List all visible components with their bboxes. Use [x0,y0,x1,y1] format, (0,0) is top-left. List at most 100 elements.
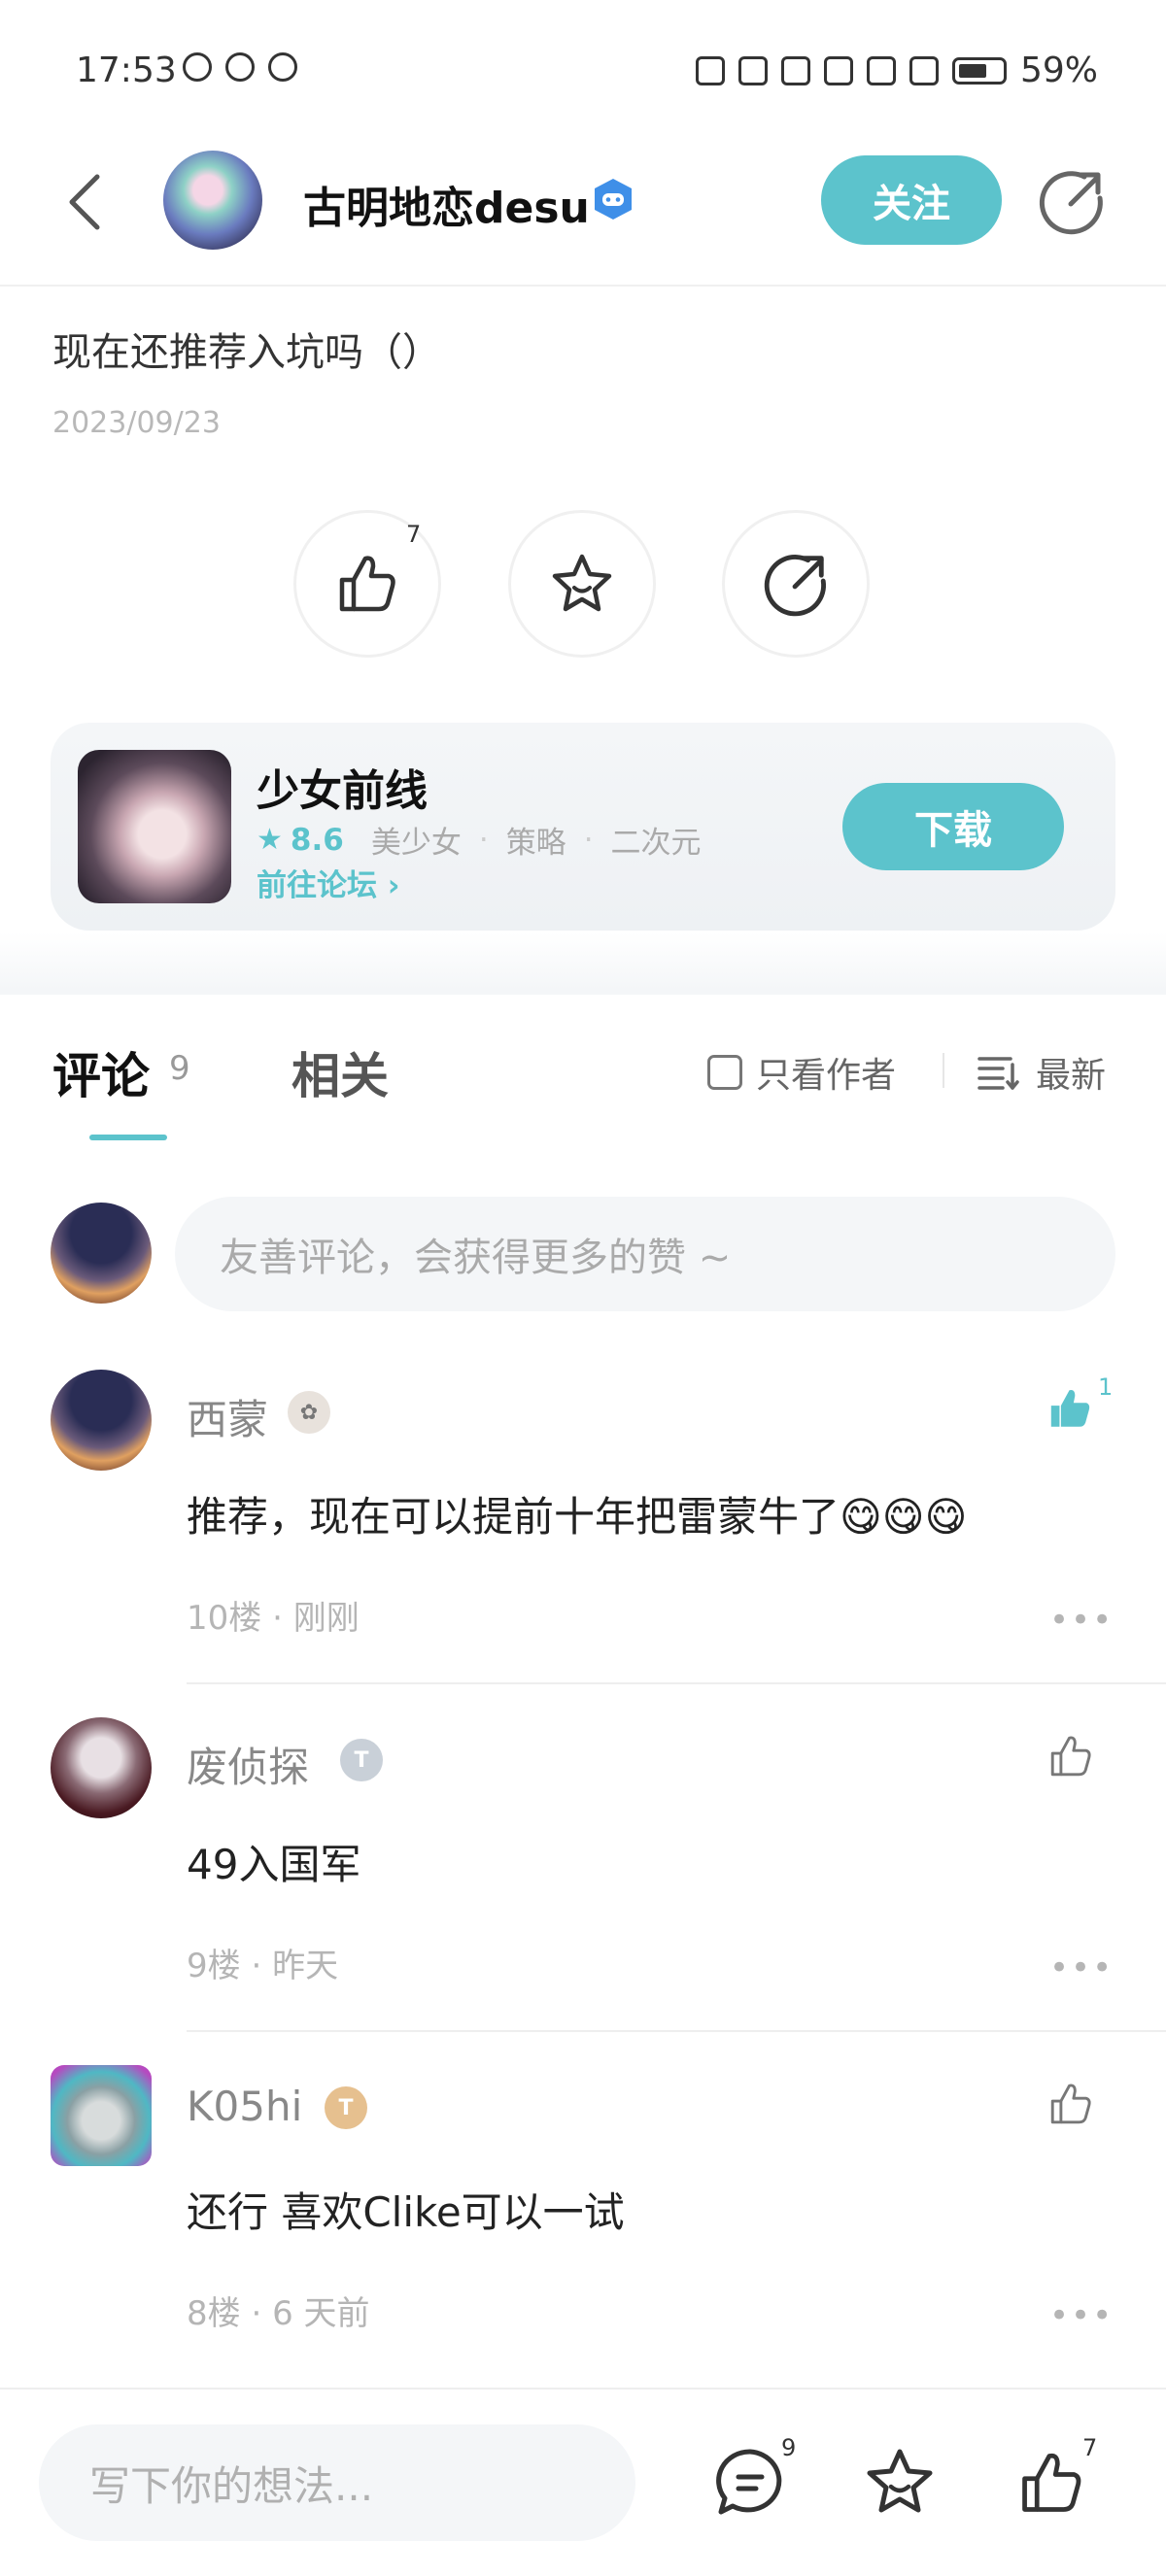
user-badge-icon: ✿ [288,1391,330,1434]
sort-toggle[interactable]: 最新 [977,1047,1106,1098]
comment-divider [187,2030,1166,2032]
my-avatar [51,1203,152,1304]
app-notification-icon [225,52,255,82]
comment-floor: 8楼 [187,2294,241,2333]
back-arrow-icon[interactable] [62,171,109,233]
tab-comments[interactable]: 评论 [52,1037,150,1107]
post-date: 2023/09/23 [52,406,221,440]
author-avatar[interactable] [163,151,262,250]
comment-input[interactable]: 友善评论，会获得更多的赞 ~ [175,1197,1115,1311]
app-notification-icon [183,52,212,82]
star-icon [552,554,612,612]
app-notification-icon [268,52,297,82]
game-name: 少女前线 [257,766,428,816]
game-card[interactable]: 少女前线 ★ 8.6 美少女 · 策略 · 二次元 前往论坛 › 下载 [51,723,1115,931]
post-share-button[interactable] [722,510,870,658]
meta-separator: · [240,2294,273,2333]
comment-meta: 10楼 · 刚刚 [187,1591,360,1639]
game-tag: 二次元 [610,826,702,861]
system-status-icons: 59% [695,51,1098,90]
forum-link[interactable]: 前往论坛 › [257,861,400,904]
verified-badge-icon [595,179,632,220]
active-tab-indicator [89,1135,167,1140]
status-bar: 17:53 59% [0,0,1166,146]
thumbs-up-icon[interactable] [1014,2446,1088,2520]
comment-bubble-icon[interactable] [713,2446,787,2520]
follow-button[interactable]: 关注 [821,155,1002,245]
more-options-icon[interactable]: ••• [1049,1601,1114,1640]
wifi-icon [823,55,853,85]
status-time: 17:53 [76,51,177,90]
post-title: 现在还推荐入坑吗（） [52,330,441,375]
game-icon [78,750,231,903]
meta-separator: · [261,1599,293,1638]
rating-star-icon: ★ [257,823,283,857]
post-favorite-button[interactable] [508,510,656,658]
bottom-bar: 写下你的想法... 9 7 [0,2388,1166,2576]
thumbs-up-icon[interactable] [1046,1731,1096,1781]
comment-item: 西蒙 ✿ 1 推荐，现在可以提前十年把雷蒙牛了😋😋😋 10楼 · 刚刚 ••• [0,1370,1166,1719]
share-icon [764,555,827,617]
notification-icons [183,52,297,82]
share-icon[interactable] [1036,165,1108,237]
author-only-label: 只看作者 [756,1056,897,1096]
tab-related[interactable]: 相关 [292,1037,389,1107]
commenter-avatar[interactable] [51,1370,152,1471]
chevron-right-icon: › [387,868,400,903]
download-button[interactable]: 下载 [842,783,1064,870]
thumbs-up-icon [339,556,395,612]
battery-icon [951,56,1007,85]
forum-link-label: 前往论坛 [257,868,377,903]
mute-icon [780,55,810,85]
author-only-toggle[interactable]: 只看作者 [707,1047,896,1098]
filter-divider [943,1053,944,1088]
meta-separator: · [240,1947,273,1985]
star-icon[interactable] [863,2446,937,2520]
reply-input[interactable]: 写下你的想法... [39,2424,635,2541]
sort-icon [977,1057,1019,1090]
bluetooth-icon [737,55,768,85]
more-options-icon[interactable]: ••• [1049,1949,1114,1987]
author-name[interactable]: 古明地恋desu [303,173,590,235]
comment-meta: 8楼 · 6 天前 [187,2287,370,2334]
battery-percent: 59% [1019,51,1098,90]
comment-text: 49入国军 [187,1841,361,1888]
comment-meta: 9楼 · 昨天 [187,1939,338,1986]
comment-like-count: 1 [1098,1373,1114,1401]
post-header: 古明地恋desu 关注 [0,146,1166,287]
section-divider [0,991,1166,995]
section-fade [0,932,1166,991]
commenter-name[interactable]: K05hi [187,2083,302,2130]
signal-5g-icon [909,55,939,85]
game-score: 8.6 [290,822,344,858]
comment-text: 还行 喜欢Clike可以一试 [187,2188,625,2236]
bottom-like-count: 7 [1082,2434,1098,2461]
comment-floor: 10楼 [187,1599,262,1638]
commenter-name[interactable]: 西蒙 [187,1387,268,1446]
nfc-icon [695,55,725,85]
commenter-name[interactable]: 废侦探 [187,1735,309,1794]
game-tag: 美少女 [370,826,462,861]
comment-floor: 9楼 [187,1947,241,1985]
comment-text: 推荐，现在可以提前十年把雷蒙牛了😋😋😋 [187,1493,968,1541]
more-options-icon[interactable]: ••• [1049,2296,1114,2335]
commenter-avatar[interactable] [51,2065,152,2166]
sort-label: 最新 [1036,1056,1107,1096]
comment-time: 刚刚 [292,1599,360,1638]
post-like-count: 7 [406,521,422,548]
signal-4g-icon [866,55,896,85]
comment-divider [187,1682,1166,1684]
thumbs-up-icon[interactable] [1046,2079,1096,2129]
comment-item: 废侦探 T 49入国军 9楼 · 昨天 ••• [0,1717,1166,2067]
commenter-avatar[interactable] [51,1717,152,1818]
comments-count: 9 [169,1049,190,1088]
level-badge-icon: T [340,1739,383,1781]
bottom-comment-count: 9 [781,2434,797,2461]
checkbox-icon[interactable] [707,1055,742,1090]
thumbs-up-filled-icon[interactable] [1046,1383,1096,1434]
comment-time: 昨天 [272,1947,339,1985]
level-badge-icon: T [325,2086,367,2129]
comment-time: 6 天前 [272,2294,370,2333]
game-meta: ★ 8.6 美少女 · 策略 · 二次元 [257,818,702,862]
comment-item: K05hi T 还行 喜欢Clike可以一试 8楼 · 6 天前 ••• [0,2065,1166,2415]
